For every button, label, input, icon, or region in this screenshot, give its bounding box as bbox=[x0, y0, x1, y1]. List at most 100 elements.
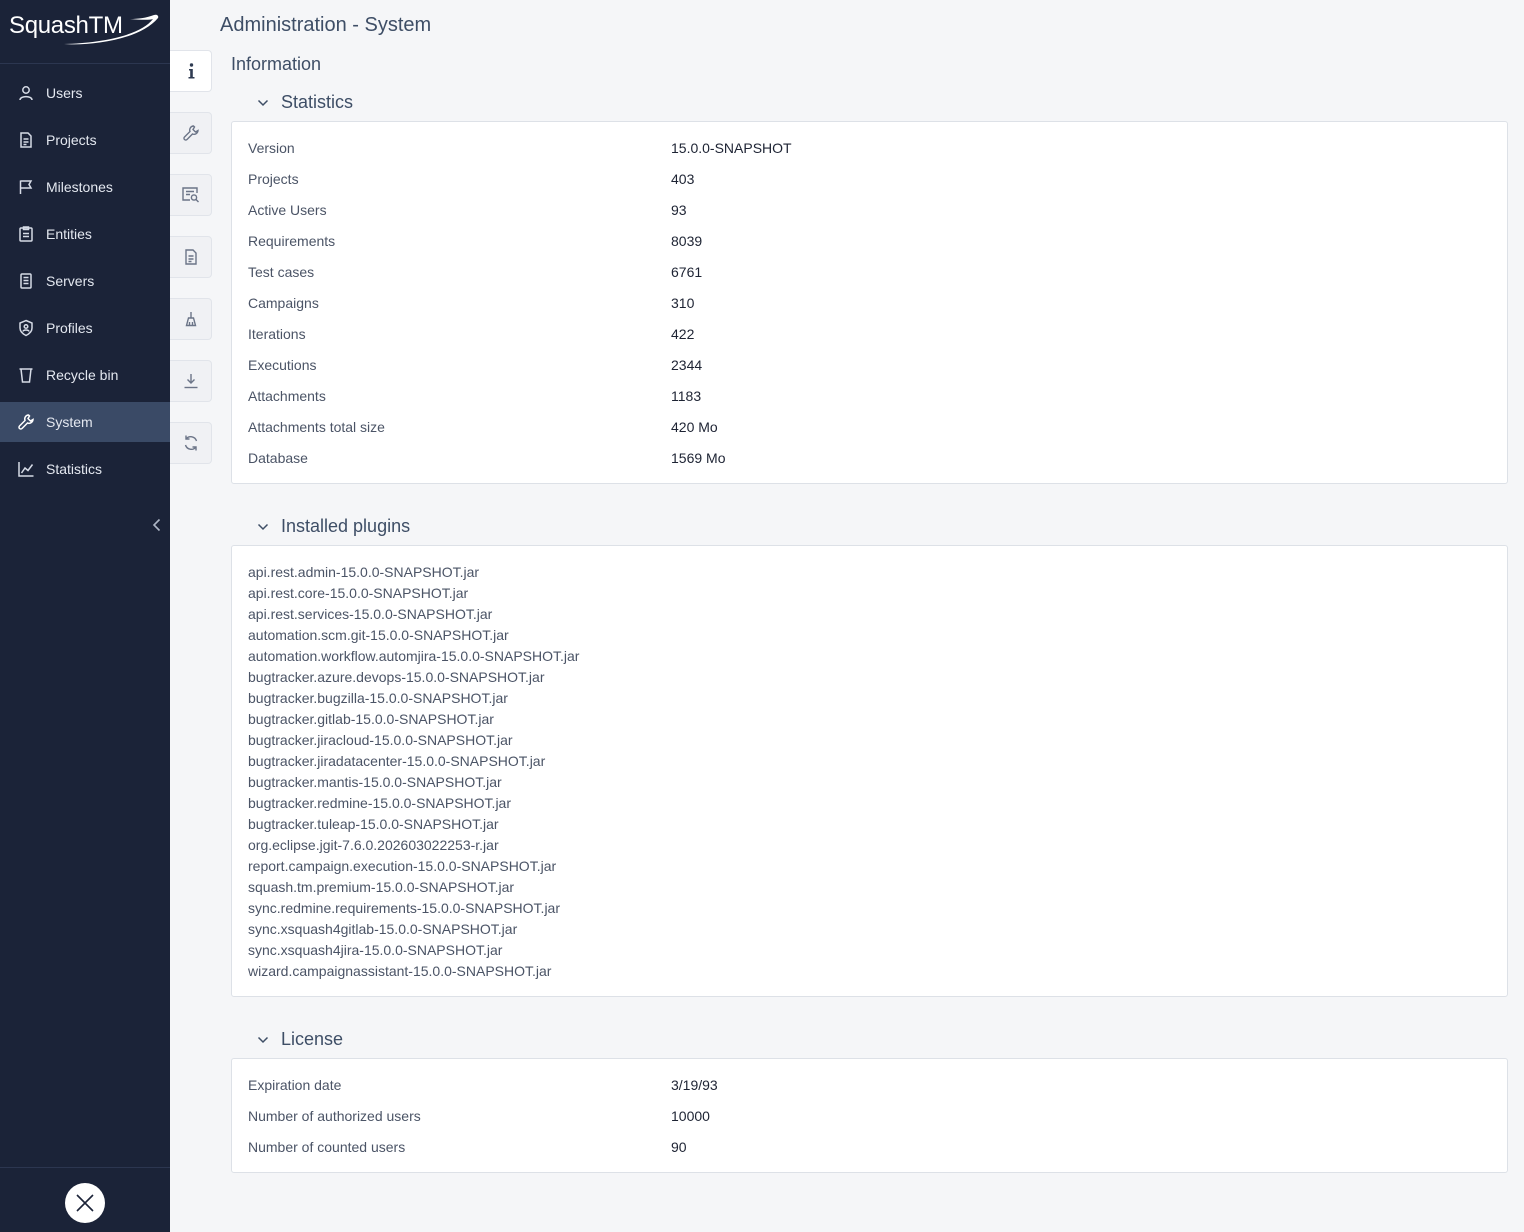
download-icon bbox=[184, 374, 197, 389]
stat-value: 8039 bbox=[671, 233, 703, 249]
license-card: Expiration date 3/19/93 Number of authori… bbox=[231, 1058, 1508, 1173]
stat-label: Requirements bbox=[248, 233, 336, 249]
plugins-section-toggle[interactable]: Installed plugins bbox=[256, 516, 410, 537]
stat-label: Database bbox=[248, 450, 308, 466]
document-icon bbox=[17, 131, 35, 149]
sidebar-item-label: Entities bbox=[46, 226, 92, 242]
clipboard-icon bbox=[17, 225, 35, 243]
license-label: Number of authorized users bbox=[248, 1108, 421, 1124]
stat-label: Campaigns bbox=[248, 295, 319, 311]
plugin-item: bugtracker.jiracloud-15.0.0-SNAPSHOT.jar bbox=[248, 732, 513, 748]
stat-value: 6761 bbox=[671, 264, 703, 280]
broom-icon bbox=[185, 312, 196, 327]
plugin-item: bugtracker.mantis-15.0.0-SNAPSHOT.jar bbox=[248, 774, 502, 790]
sidebar-item-users[interactable]: Users bbox=[0, 73, 170, 113]
plugin-item: api.rest.core-15.0.0-SNAPSHOT.jar bbox=[248, 585, 469, 601]
logo[interactable]: SquashTM bbox=[0, 0, 170, 64]
sidebar-item-label: Recycle bin bbox=[46, 367, 119, 383]
sidebar-item-label: System bbox=[46, 414, 93, 430]
server-icon bbox=[17, 272, 35, 290]
plugin-item: api.rest.admin-15.0.0-SNAPSHOT.jar bbox=[248, 564, 480, 580]
license-section-toggle[interactable]: License bbox=[256, 1029, 343, 1050]
message-search-icon bbox=[181, 187, 199, 203]
sidebar-item-projects[interactable]: Projects bbox=[0, 120, 170, 160]
sidebar: SquashTM Users Projects Milestones Entit… bbox=[0, 0, 170, 1232]
tab-messages[interactable] bbox=[170, 174, 212, 216]
plugin-item: bugtracker.azure.devops-15.0.0-SNAPSHOT.… bbox=[248, 669, 545, 685]
stat-value: 403 bbox=[671, 171, 695, 187]
statistics-card: Version 15.0.0-SNAPSHOT Projects 403 Activ… bbox=[231, 121, 1508, 484]
logo-swoosh-icon bbox=[64, 14, 159, 45]
plugin-item: org.eclipse.jgit-7.6.0.202603022253-r.ja… bbox=[248, 837, 499, 853]
tab-download[interactable] bbox=[170, 360, 212, 402]
flag-icon bbox=[17, 178, 35, 196]
license-value: 3/19/93 bbox=[671, 1077, 718, 1093]
sync-icon bbox=[184, 435, 197, 451]
stat-label: Test cases bbox=[248, 264, 315, 280]
stat-label: Active Users bbox=[248, 202, 327, 218]
chevron-down-icon bbox=[256, 520, 270, 534]
license-value: 10000 bbox=[671, 1108, 710, 1124]
plugin-item: api.rest.services-15.0.0-SNAPSHOT.jar bbox=[248, 606, 493, 622]
statistics-section-toggle[interactable]: Statistics bbox=[256, 92, 353, 113]
plugin-item: wizard.campaignassistant-15.0.0-SNAPSHOT… bbox=[248, 963, 552, 979]
sidebar-item-label: Milestones bbox=[46, 179, 113, 195]
plugins-card: api.rest.admin-15.0.0-SNAPSHOT.jar api.r… bbox=[231, 545, 1508, 997]
sidebar-item-profiles[interactable]: Profiles bbox=[0, 308, 170, 348]
plugin-item: sync.xsquash4gitlab-15.0.0-SNAPSHOT.jar bbox=[248, 921, 518, 937]
shield-icon bbox=[17, 319, 35, 337]
license-value: 90 bbox=[671, 1139, 687, 1155]
stat-value: 310 bbox=[671, 295, 695, 311]
stat-value: 422 bbox=[671, 326, 695, 342]
stat-value: 93 bbox=[671, 202, 687, 218]
plugin-item: sync.xsquash4jira-15.0.0-SNAPSHOT.jar bbox=[248, 942, 503, 958]
plugin-item: sync.redmine.requirements-15.0.0-SNAPSHO… bbox=[248, 900, 561, 916]
plugin-item: bugtracker.tuleap-15.0.0-SNAPSHOT.jar bbox=[248, 816, 499, 832]
wrench-icon bbox=[17, 413, 35, 431]
license-label: Number of counted users bbox=[248, 1139, 406, 1155]
stat-value: 420 Mo bbox=[671, 419, 718, 435]
close-icon bbox=[76, 1194, 94, 1212]
sidebar-item-label: Users bbox=[46, 85, 83, 101]
sidebar-item-label: Profiles bbox=[46, 320, 93, 336]
stat-label: Iterations bbox=[248, 326, 306, 342]
document-icon bbox=[184, 249, 197, 265]
stat-value: 2344 bbox=[671, 357, 703, 373]
sidebar-item-system[interactable]: System bbox=[0, 402, 170, 442]
wrench-icon bbox=[182, 125, 199, 141]
plugins-title: Installed plugins bbox=[281, 516, 411, 536]
tab-documents[interactable] bbox=[170, 236, 212, 278]
sidebar-item-entities[interactable]: Entities bbox=[0, 214, 170, 254]
chevron-down-icon bbox=[256, 1033, 270, 1047]
license-label: Expiration date bbox=[248, 1077, 342, 1093]
sidebar-item-milestones[interactable]: Milestones bbox=[0, 167, 170, 207]
plugin-item: bugtracker.bugzilla-15.0.0-SNAPSHOT.jar bbox=[248, 690, 508, 706]
stat-value: 1183 bbox=[671, 388, 702, 404]
plugin-item: bugtracker.gitlab-15.0.0-SNAPSHOT.jar bbox=[248, 711, 494, 727]
stat-label: Projects bbox=[248, 171, 299, 187]
plugin-item: squash.tm.premium-15.0.0-SNAPSHOT.jar bbox=[248, 879, 515, 895]
chevron-left-icon bbox=[152, 518, 161, 532]
sidebar-item-label: Projects bbox=[46, 132, 97, 148]
stat-value: 15.0.0-SNAPSHOT bbox=[671, 140, 792, 156]
sidebar-item-statistics[interactable]: Statistics bbox=[0, 449, 170, 489]
stat-value: 1569 Mo bbox=[671, 450, 726, 466]
tab-information[interactable] bbox=[170, 50, 212, 92]
sidebar-item-recycle-bin[interactable]: Recycle bin bbox=[0, 355, 170, 395]
sidebar-item-servers[interactable]: Servers bbox=[0, 261, 170, 301]
close-admin-button[interactable] bbox=[65, 1183, 105, 1223]
collapse-sidebar-button[interactable] bbox=[149, 516, 165, 534]
information-heading: Information bbox=[231, 54, 322, 74]
sidebar-footer bbox=[0, 1167, 170, 1232]
plugin-item: bugtracker.redmine-15.0.0-SNAPSHOT.jar bbox=[248, 795, 511, 811]
tab-cleaning[interactable] bbox=[170, 298, 212, 340]
sidebar-item-label: Statistics bbox=[46, 461, 103, 477]
page-title: Administration - System bbox=[220, 14, 432, 36]
chart-icon bbox=[17, 460, 35, 478]
tab-settings[interactable] bbox=[170, 112, 212, 154]
trash-icon bbox=[17, 366, 35, 384]
tab-synchronization[interactable] bbox=[170, 422, 212, 464]
info-icon bbox=[188, 63, 194, 79]
stat-label: Attachments bbox=[248, 388, 326, 404]
plugin-item: report.campaign.execution-15.0.0-SNAPSHO… bbox=[248, 858, 557, 874]
